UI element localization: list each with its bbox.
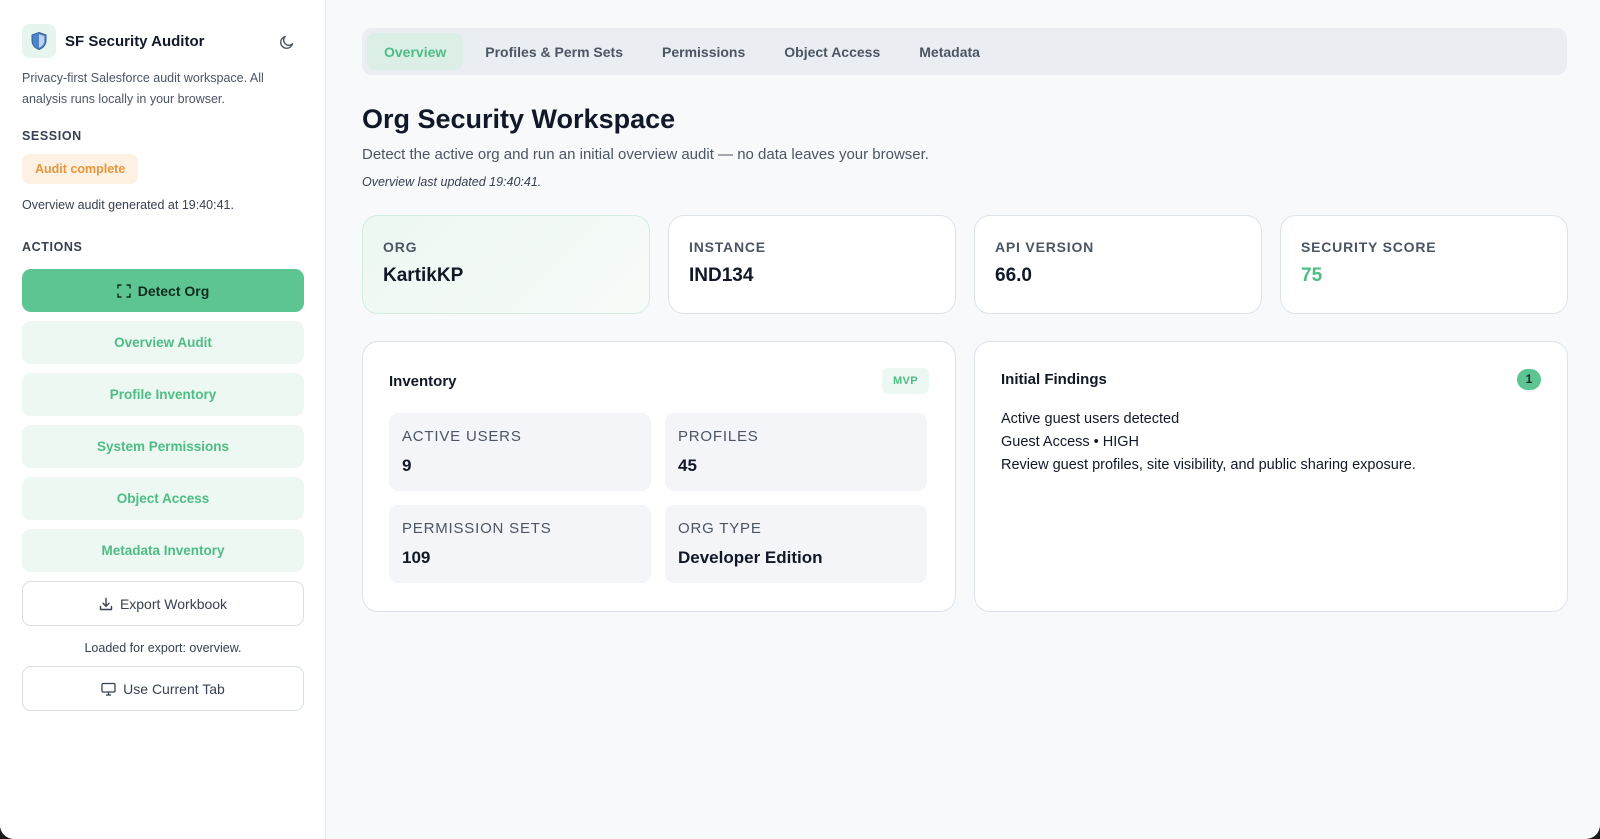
- stat-label: SECURITY SCORE: [1301, 239, 1437, 255]
- panels: Inventory MVP ACTIVE USERS 9 PROFILES 45…: [362, 341, 1568, 612]
- findings-title: Initial Findings: [1001, 370, 1107, 388]
- finding-item: Active guest users detected Guest Access…: [1001, 408, 1541, 477]
- overview-audit-button[interactable]: Overview Audit: [22, 321, 304, 364]
- system-permissions-button[interactable]: System Permissions: [22, 425, 304, 468]
- inventory-label: PROFILES: [678, 428, 759, 445]
- security-score-value: 75: [1301, 265, 1323, 286]
- stat-value: IND134: [689, 265, 754, 286]
- export-note: Loaded for export: overview.: [84, 641, 242, 655]
- inventory-value: Developer Edition: [678, 548, 823, 567]
- stat-card-org: ORG KartikKP: [362, 215, 650, 314]
- stat-card-security-score: SECURITY SCORE 75: [1280, 215, 1568, 314]
- use-current-tab-label: Use Current Tab: [123, 680, 225, 697]
- page-subtitle: Detect the active org and run an initial…: [362, 146, 929, 163]
- finding-title: Active guest users detected: [1001, 411, 1180, 427]
- brand: SF Security Auditor: [22, 24, 303, 58]
- inventory-value: 45: [678, 456, 697, 475]
- inventory-label: PERMISSION SETS: [402, 520, 552, 537]
- status-badge: Audit complete: [22, 154, 139, 184]
- stat-value: KartikKP: [383, 265, 464, 286]
- inventory-grid: ACTIVE USERS 9 PROFILES 45 PERMISSION SE…: [389, 413, 927, 583]
- tab-permissions[interactable]: Permissions: [645, 33, 762, 70]
- inventory-active-users: ACTIVE USERS 9: [389, 413, 651, 491]
- stat-label: API VERSION: [995, 239, 1095, 255]
- mvp-badge: MVP: [881, 368, 929, 394]
- detect-org-button[interactable]: Detect Org: [22, 269, 304, 312]
- tab-profiles-perm-sets[interactable]: Profiles & Perm Sets: [468, 33, 640, 70]
- detect-org-label: Detect Org: [137, 282, 210, 299]
- stat-card-instance: INSTANCE IND134: [668, 215, 956, 314]
- page-title: Org Security Workspace: [362, 104, 676, 134]
- inventory-label: ACTIVE USERS: [402, 428, 522, 445]
- app-window: SF Security Auditor Privacy-first Salesf…: [0, 0, 1600, 839]
- export-workbook-button[interactable]: Export Workbook: [22, 581, 304, 626]
- inventory-permission-sets: PERMISSION SETS 109: [389, 505, 651, 583]
- main-content: Overview Profiles & Perm Sets Permission…: [326, 0, 1600, 839]
- inventory-profiles: PROFILES 45: [665, 413, 927, 491]
- profile-inventory-button[interactable]: Profile Inventory: [22, 373, 304, 416]
- moon-icon[interactable]: [277, 32, 297, 52]
- metadata-inventory-button[interactable]: Metadata Inventory: [22, 529, 304, 572]
- inventory-title: Inventory: [389, 372, 457, 390]
- session-label: SESSION: [22, 129, 82, 143]
- findings-count-badge: 1: [1517, 368, 1541, 390]
- inventory-label: ORG TYPE: [678, 520, 762, 537]
- app-description: Privacy-first Salesforce audit workspace…: [22, 71, 264, 106]
- findings-header: Initial Findings 1: [1001, 366, 1541, 392]
- object-access-button[interactable]: Object Access: [22, 477, 304, 520]
- tab-metadata[interactable]: Metadata: [902, 33, 997, 70]
- tab-bar: Overview Profiles & Perm Sets Permission…: [362, 28, 1567, 75]
- inventory-header: Inventory MVP: [389, 368, 929, 394]
- actions-label: ACTIONS: [22, 240, 83, 254]
- download-icon: [99, 597, 113, 611]
- sidebar: SF Security Auditor Privacy-first Salesf…: [0, 0, 326, 839]
- use-current-tab-button[interactable]: Use Current Tab: [22, 666, 304, 711]
- finding-meta: Guest Access • HIGH: [1001, 434, 1140, 450]
- inventory-value: 9: [402, 456, 412, 475]
- findings-panel: Initial Findings 1 Active guest users de…: [974, 341, 1568, 612]
- stat-value: 66.0: [995, 265, 1032, 286]
- app-title: SF Security Auditor: [65, 32, 205, 50]
- stat-label: ORG: [383, 239, 418, 255]
- export-workbook-label: Export Workbook: [119, 595, 228, 612]
- inventory-value: 109: [402, 548, 431, 567]
- page-updated: Overview last updated 19:40:41.: [362, 175, 542, 189]
- monitor-icon: [101, 682, 116, 696]
- finding-detail: Review guest profiles, site visibility, …: [1001, 457, 1416, 473]
- stat-cards: ORG KartikKP INSTANCE IND134 API VERSION…: [362, 215, 1568, 314]
- stat-label: INSTANCE: [689, 239, 766, 255]
- scan-frame-icon: [117, 283, 131, 298]
- tab-overview[interactable]: Overview: [367, 33, 464, 70]
- shield-icon: [22, 24, 56, 58]
- tab-object-access[interactable]: Object Access: [767, 33, 897, 70]
- stat-card-api-version: API VERSION 66.0: [974, 215, 1262, 314]
- session-note: Overview audit generated at 19:40:41.: [22, 198, 234, 212]
- inventory-panel: Inventory MVP ACTIVE USERS 9 PROFILES 45…: [362, 341, 956, 612]
- inventory-org-type: ORG TYPE Developer Edition: [665, 505, 927, 583]
